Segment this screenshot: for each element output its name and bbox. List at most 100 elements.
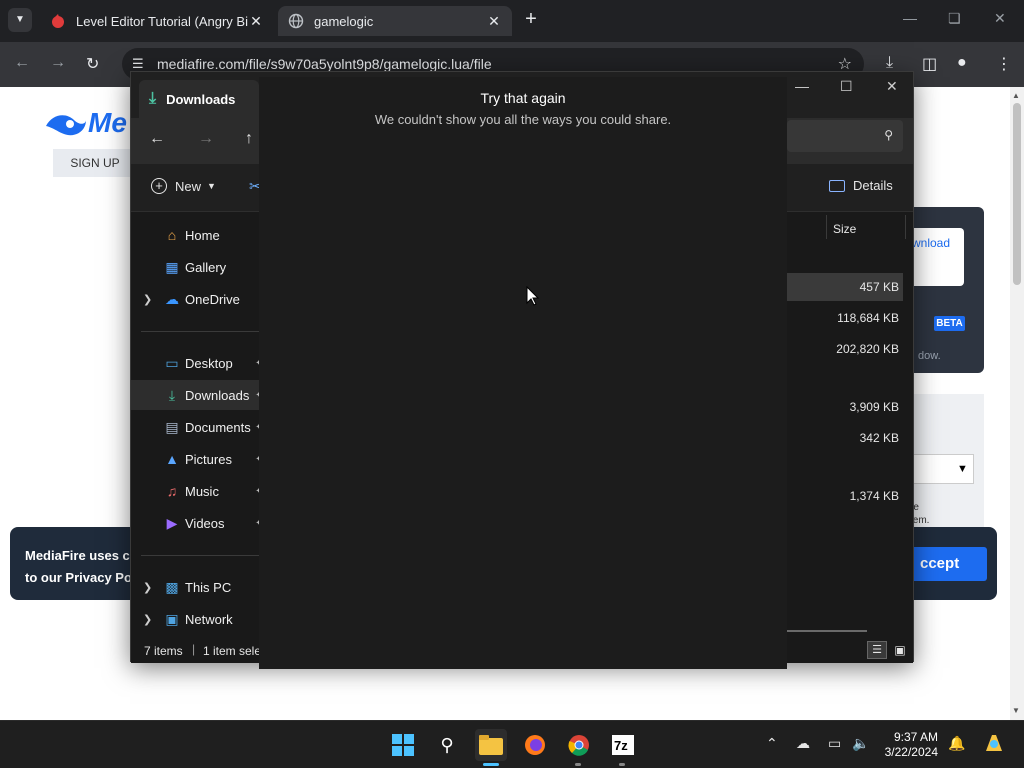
close-window-icon[interactable]: ✕ bbox=[886, 78, 898, 95]
clock[interactable]: 9:37 AM 3/22/2024 bbox=[874, 730, 938, 760]
svg-text:7z: 7z bbox=[614, 738, 628, 753]
sidebar-item-documents[interactable]: ▤ Documents ✦ bbox=[131, 412, 263, 442]
selection-count: 1 item selected bbox=[203, 644, 263, 658]
side-panel-icon[interactable]: ◫ bbox=[922, 54, 937, 74]
minimize-icon[interactable]: — bbox=[903, 10, 917, 26]
plus-icon: + bbox=[151, 178, 167, 194]
close-window-icon[interactable]: ✕ bbox=[994, 10, 1006, 27]
folder-icon bbox=[479, 735, 503, 755]
copilot-icon[interactable] bbox=[982, 731, 1006, 758]
start-button[interactable] bbox=[387, 729, 419, 761]
profile-icon[interactable]: ● bbox=[957, 54, 967, 72]
7zip-icon[interactable]: 7z bbox=[607, 729, 639, 761]
site-info-icon[interactable]: ☰ bbox=[132, 56, 144, 72]
tab-title: Level Editor Tutorial (Angry Birds bbox=[76, 13, 248, 29]
download-icon: ⤓ bbox=[149, 90, 157, 107]
reload-icon[interactable]: ↻ bbox=[86, 54, 99, 74]
tab-level-editor[interactable]: Level Editor Tutorial (Angry Birds ✕ bbox=[40, 6, 274, 36]
maximize-icon[interactable]: ☐ bbox=[840, 78, 853, 95]
new-tab-button[interactable]: + bbox=[520, 8, 542, 32]
chevron-right-icon[interactable]: ❯ bbox=[143, 581, 152, 594]
restore-icon[interactable]: ❏ bbox=[948, 10, 961, 27]
scroll-down-icon[interactable]: ▼ bbox=[1012, 706, 1020, 715]
tab-search-button[interactable]: ▼ bbox=[8, 8, 32, 32]
notification-bell-icon[interactable]: 🔔 bbox=[948, 735, 965, 752]
running-indicator bbox=[619, 763, 625, 766]
display-icon[interactable]: ▭ bbox=[828, 735, 841, 752]
globe-icon bbox=[288, 13, 304, 29]
chevron-right-icon[interactable]: ❯ bbox=[143, 293, 152, 306]
minimize-icon[interactable]: — bbox=[795, 78, 809, 94]
date-text: 3/22/2024 bbox=[884, 745, 938, 759]
menu-icon[interactable]: ⋮ bbox=[996, 54, 1012, 74]
sidebar-divider bbox=[141, 331, 259, 332]
download-icon[interactable]: ⤓ bbox=[886, 54, 893, 72]
cookie-text: MediaFire uses co to our Privacy Poli bbox=[25, 548, 140, 585]
active-indicator bbox=[483, 763, 499, 766]
file-explorer-icon[interactable] bbox=[475, 729, 507, 761]
sidebar-item-this-pc[interactable]: ❯ ▩ This PC bbox=[131, 572, 259, 602]
pictures-icon: ▲ bbox=[165, 451, 179, 467]
chevron-down-icon: ▼ bbox=[207, 181, 216, 191]
sidebar-item-pictures[interactable]: ▲ Pictures ✦ bbox=[131, 444, 263, 474]
size-column-header[interactable]: Size bbox=[826, 215, 906, 239]
status-separator: | bbox=[192, 642, 196, 656]
desktop-icon: ▭ bbox=[165, 354, 179, 371]
page-scroll-thumb[interactable] bbox=[1013, 103, 1021, 285]
sidebar-item-desktop[interactable]: ▭ Desktop ✦ bbox=[131, 348, 263, 378]
download-icon: ⤓ bbox=[168, 386, 176, 403]
videos-icon: ▶ bbox=[166, 514, 178, 531]
explorer-tab-title: Downloads bbox=[166, 91, 236, 107]
forward-icon[interactable]: → bbox=[198, 130, 214, 148]
sidebar-item-gallery[interactable]: ▦ Gallery bbox=[131, 252, 259, 282]
chevron-right-icon[interactable]: ❯ bbox=[143, 613, 152, 626]
accept-button[interactable]: ccept bbox=[910, 547, 987, 581]
close-tab-icon[interactable]: ✕ bbox=[248, 13, 264, 30]
mediafire-logo-icon bbox=[46, 114, 86, 135]
tab-gamelogic[interactable]: gamelogic ✕ bbox=[278, 6, 512, 36]
mouse-cursor-icon bbox=[526, 286, 540, 306]
sidebar-item-onedrive[interactable]: ❯ ☁ OneDrive bbox=[131, 284, 259, 314]
url-text[interactable]: mediafire.com/file/s9w70a5yolnt9p8/gamel… bbox=[157, 56, 492, 72]
documents-icon: ▤ bbox=[165, 418, 179, 435]
dropdown-arrow-icon[interactable]: ▼ bbox=[957, 463, 968, 475]
sidebar-item-home[interactable]: ⌂ Home bbox=[131, 220, 259, 250]
new-label: New bbox=[175, 178, 202, 194]
horizontal-scrollbar[interactable] bbox=[787, 630, 867, 632]
new-button[interactable]: + New ▼ bbox=[151, 178, 216, 194]
details-label: Details bbox=[853, 178, 893, 193]
close-tab-icon[interactable]: ✕ bbox=[486, 13, 502, 30]
explorer-search-box[interactable]: ⚲ bbox=[787, 120, 903, 152]
up-icon[interactable]: ↑ bbox=[245, 130, 253, 148]
angry-birds-favicon-icon bbox=[52, 14, 64, 28]
volume-icon[interactable]: 🔈 bbox=[852, 735, 869, 752]
sidebar-item-music[interactable]: ♫ Music ✦ bbox=[131, 476, 264, 506]
running-indicator bbox=[575, 763, 581, 766]
taskbar: ⚲ 7z ⌃ ☁ ▭ 🔈 9:37 AM 3/22/2024 🔔 bbox=[0, 720, 1024, 768]
sidebar-item-network[interactable]: ❯ ▣ Network bbox=[131, 604, 259, 634]
file-size: 1,374 KB bbox=[849, 489, 899, 503]
details-view-icon[interactable]: ☰ bbox=[867, 641, 887, 659]
music-icon: ♫ bbox=[166, 483, 178, 499]
search-icon[interactable]: ⚲ bbox=[431, 729, 463, 761]
back-icon[interactable]: ← bbox=[14, 54, 30, 72]
sidebar-item-videos[interactable]: ▶ Videos ✦ bbox=[131, 508, 264, 538]
forward-icon[interactable]: → bbox=[50, 54, 66, 72]
onedrive-tray-icon[interactable]: ☁ bbox=[796, 735, 810, 752]
explorer-tab-downloads[interactable]: ⤓ Downloads bbox=[139, 80, 259, 118]
firefox-logo-icon bbox=[525, 735, 545, 755]
network-icon: ▣ bbox=[165, 610, 179, 627]
scroll-up-icon[interactable]: ▲ bbox=[1012, 91, 1020, 100]
file-size: 202,820 KB bbox=[836, 342, 899, 356]
copilot-logo-icon bbox=[986, 735, 1002, 751]
tab-title: gamelogic bbox=[314, 13, 374, 29]
back-icon[interactable]: ← bbox=[149, 130, 165, 148]
details-button[interactable]: Details bbox=[829, 178, 893, 193]
firefox-icon[interactable] bbox=[519, 729, 551, 761]
tiles-view-icon[interactable]: ▣ bbox=[891, 641, 909, 659]
sidebar-item-downloads[interactable]: ⤓ Downloads ✦ bbox=[131, 380, 263, 410]
mediafire-logo[interactable]: Me bbox=[44, 107, 127, 139]
signup-button[interactable]: SIGN UP bbox=[53, 149, 137, 177]
show-hidden-icons-icon[interactable]: ⌃ bbox=[766, 735, 778, 752]
chrome-icon[interactable] bbox=[563, 729, 595, 761]
